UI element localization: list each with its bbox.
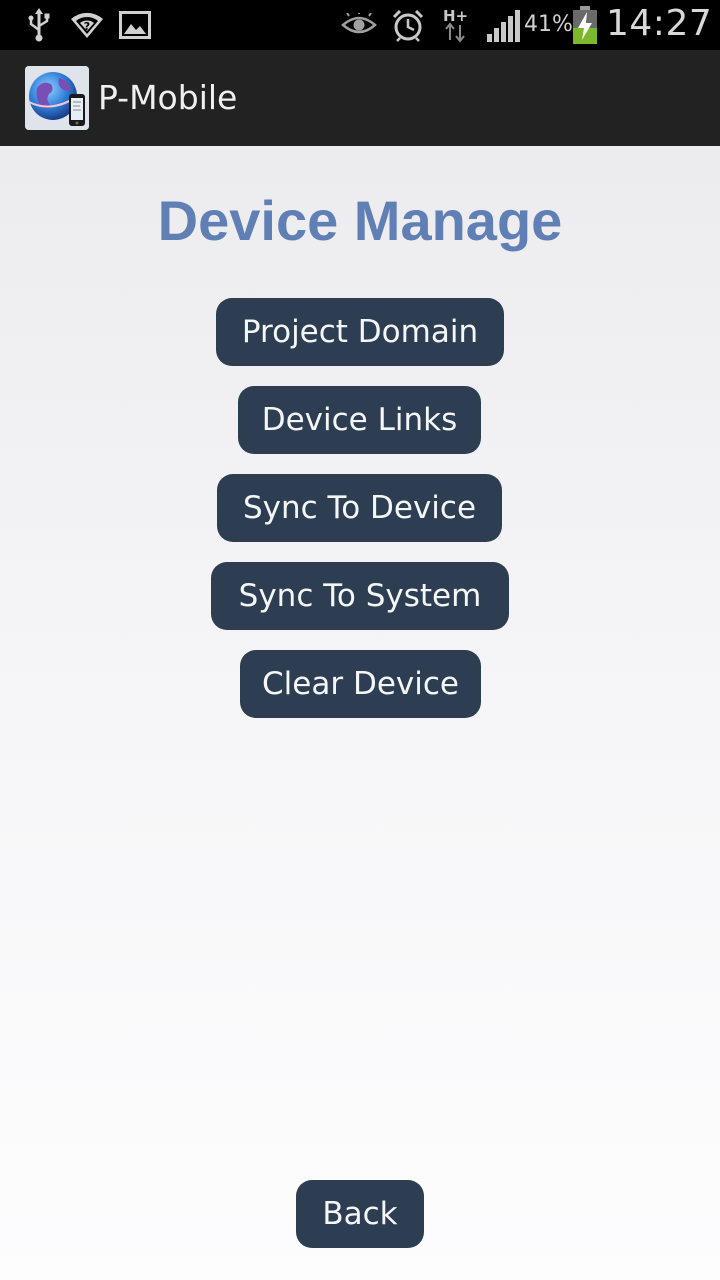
app-title: P-Mobile	[98, 78, 238, 117]
svg-text:?: ?	[84, 20, 90, 33]
sync-to-system-button[interactable]: Sync To System	[211, 562, 509, 630]
battery-charging-icon	[570, 6, 600, 44]
main-content: Device Manage Project Domain Device Link…	[0, 146, 720, 1280]
device-links-button[interactable]: Device Links	[238, 386, 481, 454]
page-title: Device Manage	[157, 189, 563, 252]
signal-icon	[484, 6, 522, 44]
sync-to-device-button[interactable]: Sync To Device	[217, 474, 502, 542]
image-icon	[118, 6, 152, 44]
usb-icon	[24, 6, 54, 44]
globe-phone-icon[interactable]	[25, 66, 89, 130]
action-bar: P-Mobile	[0, 50, 720, 146]
eye-icon	[340, 6, 378, 44]
clear-device-button[interactable]: Clear Device	[240, 650, 481, 718]
status-bar: ? H+ 41% 14:27	[0, 0, 720, 50]
project-domain-button[interactable]: Project Domain	[216, 298, 504, 366]
wifi-icon: ?	[68, 6, 106, 44]
battery-percent: 41%	[524, 12, 573, 37]
back-button[interactable]: Back	[296, 1180, 424, 1248]
hplus-network-icon: H+	[440, 6, 470, 44]
svg-text:H+: H+	[443, 7, 468, 25]
alarm-icon	[390, 6, 426, 44]
clock: 14:27	[606, 3, 713, 44]
